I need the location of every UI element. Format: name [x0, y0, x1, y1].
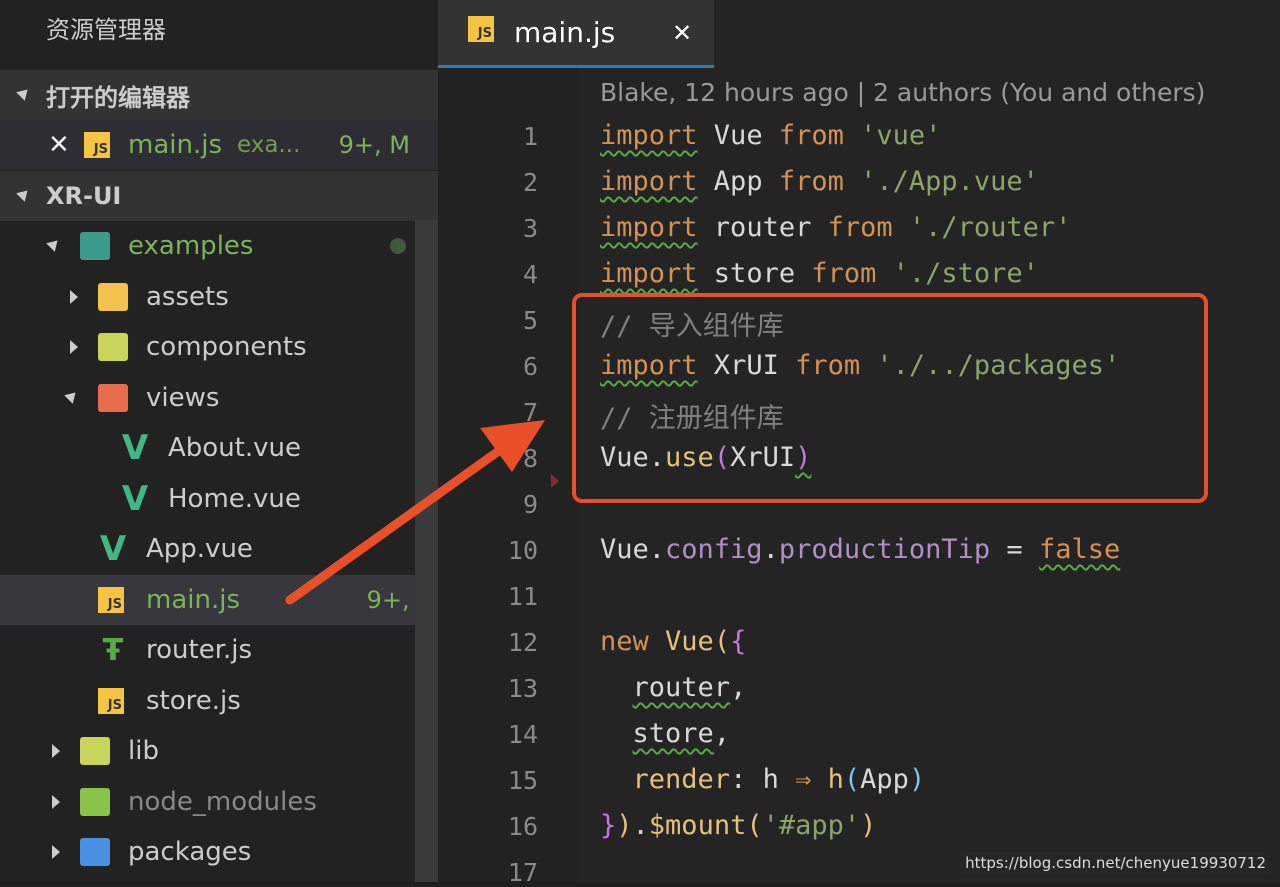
arrow-annotation [285, 420, 545, 605]
arrow-head-icon [480, 420, 545, 472]
arrow-shaft [285, 445, 505, 605]
watermark: https://blog.csdn.net/chenyue19930712 [961, 852, 1270, 874]
